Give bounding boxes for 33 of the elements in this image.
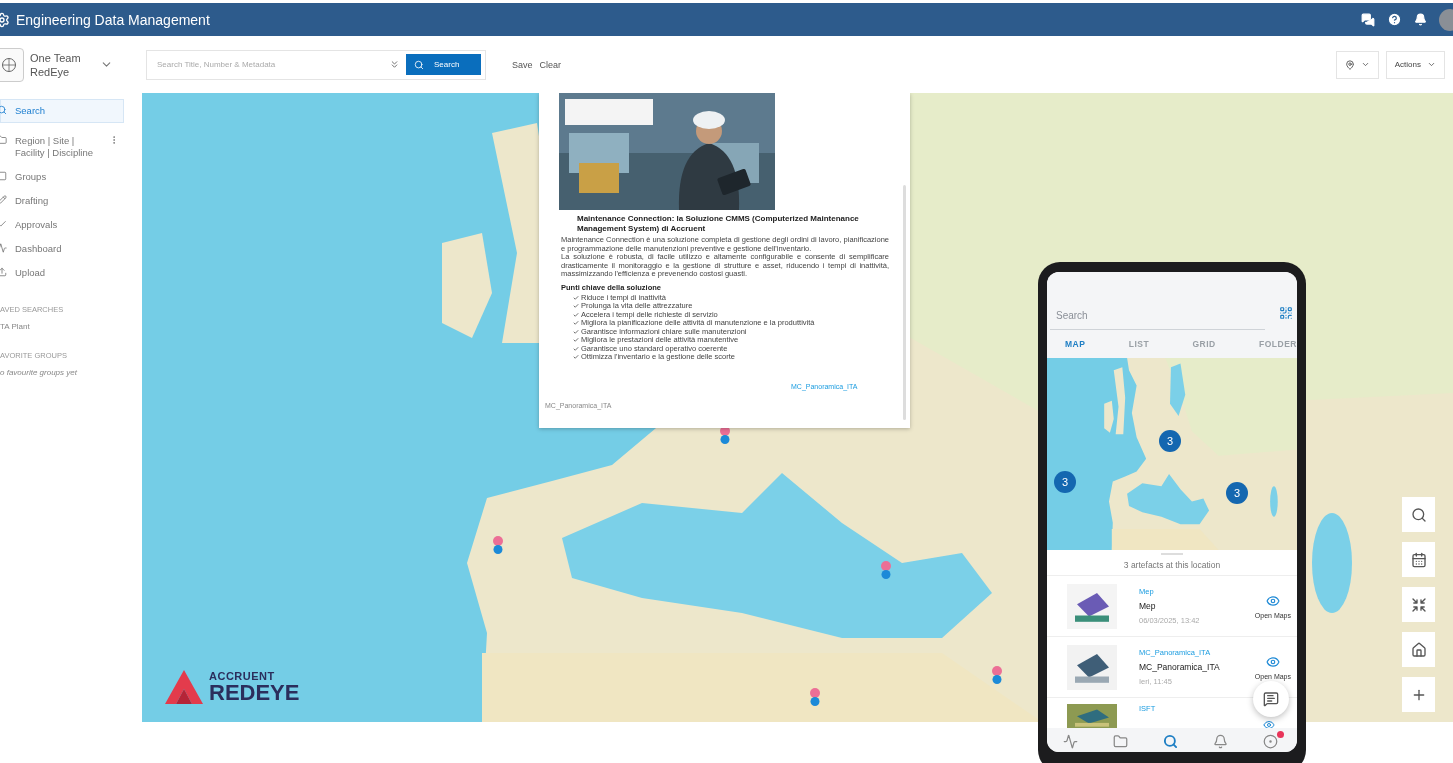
pencil-icon [0,195,7,205]
nav-item[interactable]: Search [0,99,124,123]
upload-icon [0,267,7,277]
help-icon[interactable] [1387,12,1402,27]
empty-message: o favourite groups yet [0,368,78,377]
search-button[interactable]: Search [406,54,481,75]
team-name[interactable]: One Team RedEye [30,50,94,79]
nav-item[interactable]: Approvals [0,213,124,237]
nav-item[interactable]: Upload [0,261,124,285]
nav-item[interactable]: Drafting [0,189,124,213]
search-icon [0,105,7,115]
chat-icon[interactable] [1361,12,1375,27]
tick-icon [0,219,7,229]
search-field[interactable]: Search Title, Number & Metadata Search [146,49,486,80]
chevron-down-icon [1427,60,1436,69]
folder-icon [0,135,7,145]
activity-icon [0,243,7,253]
notification-badge [1277,730,1284,738]
pin-icon [1344,59,1355,70]
toolbar-link[interactable]: Save [512,59,533,70]
globe-icon [1,56,17,73]
nav-item[interactable]: Groups [0,165,124,189]
app-title: Engineering Data Management [16,11,210,28]
chevron-down-icon [1360,60,1370,69]
actions-dropdown[interactable]: Actions [1385,50,1445,79]
nav-item[interactable]: Dashboard [0,237,124,261]
toolbar-link[interactable]: Clear [539,59,562,70]
expand-icon[interactable] [389,59,400,70]
notifications-icon[interactable] [1414,13,1427,26]
nav-item[interactable]: Region | Site | Facility | Discipline [0,129,124,165]
saved-search-link[interactable]: TA Plant [0,322,124,331]
search-icon [414,59,424,70]
location-dropdown[interactable] [1335,50,1379,79]
